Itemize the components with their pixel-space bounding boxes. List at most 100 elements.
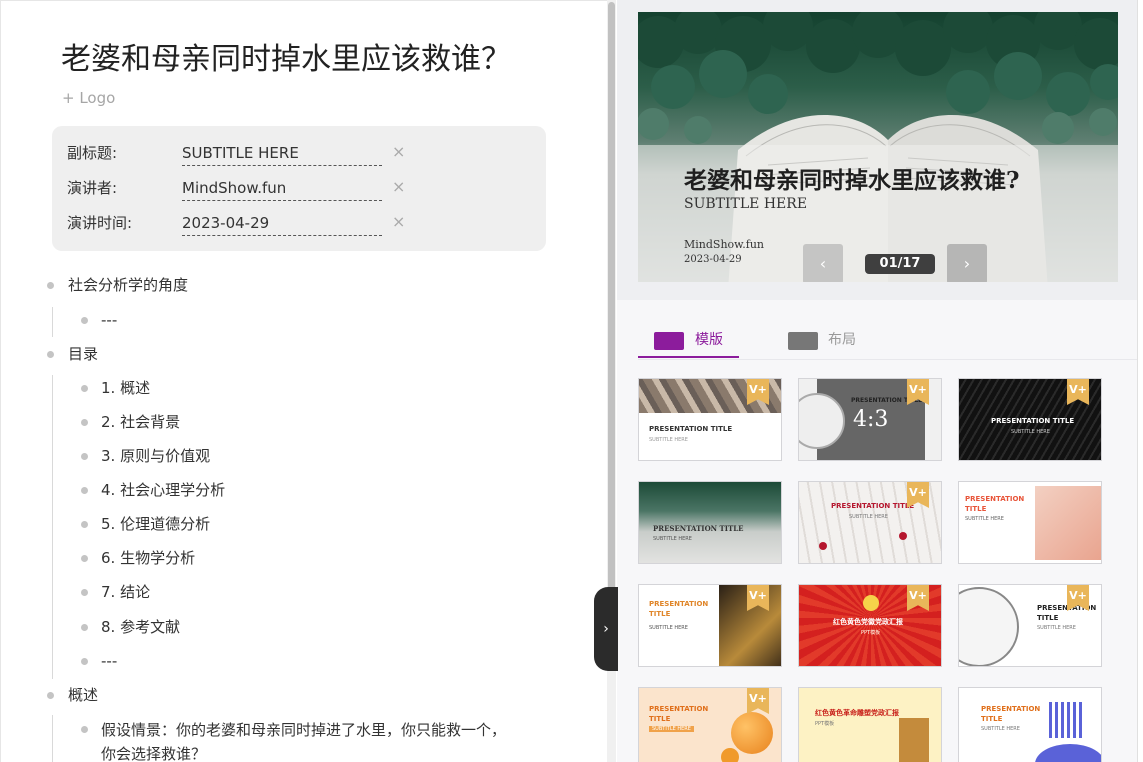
template-subtitle: SUBTITLE HERE	[1037, 625, 1076, 631]
template-card[interactable]: PRESENTATION TITLE SUBTITLE HERE	[638, 481, 782, 564]
decor-ball	[731, 712, 773, 754]
subtitle-label: 副标题:	[67, 144, 118, 162]
tab-template-label: 模版	[695, 332, 723, 348]
outline-item[interactable]: ---	[101, 650, 117, 672]
clear-speaker-icon[interactable]: ×	[392, 177, 405, 197]
template-subtitle: SUBTITLE HERE	[965, 516, 1004, 522]
template-icon	[654, 332, 684, 350]
template-card[interactable]: PRESENTATION TITLE SUBTITLE HERE	[958, 481, 1102, 564]
template-subtitle: SUBTITLE HERE	[649, 726, 694, 732]
template-subtitle: SUBTITLE HERE	[849, 514, 888, 520]
template-card[interactable]: PRESENTATION TITLE SUBTITLE HERE V+	[638, 584, 782, 667]
template-card[interactable]: 红色黄色革命雕塑党政汇报 PPT模板	[798, 687, 942, 762]
outline-item[interactable]: 8. 参考文献	[101, 616, 180, 638]
template-subtitle: PPT模板	[861, 630, 881, 636]
template-title: PRESENTATION TITLE	[649, 705, 709, 723]
layout-icon	[788, 332, 818, 350]
outline-item[interactable]: 4. 社会心理学分析	[101, 479, 225, 501]
outline-item[interactable]: 社会分析学的角度	[68, 274, 188, 296]
template-card[interactable]: PRESENTATION TITLE 4:3 V+	[798, 378, 942, 461]
template-thumb-image	[639, 482, 781, 563]
template-title: 红色黄色党徽党政汇报	[833, 618, 903, 626]
speaker-label: 演讲者:	[67, 179, 118, 197]
panel-tabs: 模版 布局	[638, 322, 1138, 360]
add-logo-link[interactable]: + Logo	[62, 89, 115, 107]
outline-editor: 老婆和母亲同时掉水里应该救谁？ + Logo 副标题: × 演讲者: × 演讲时…	[0, 0, 607, 762]
template-title: PRESENTATION TITLE	[653, 524, 744, 533]
template-title: PRESENTATION TITLE	[649, 600, 709, 618]
decor-ball	[721, 748, 739, 762]
outline-item[interactable]: 目录	[68, 343, 98, 365]
clock-icon	[959, 587, 1019, 666]
sculpture-image	[899, 718, 929, 762]
document-title[interactable]: 老婆和母亲同时掉水里应该救谁？	[61, 41, 519, 79]
outline-item[interactable]: 2. 社会背景	[101, 411, 180, 433]
template-subtitle: SUBTITLE HERE	[649, 625, 688, 631]
outline-item[interactable]: ---	[101, 309, 117, 331]
slide-title: 老婆和母亲同时掉水里应该救谁?	[684, 167, 1020, 194]
page-counter: 01/17	[865, 254, 935, 274]
decor-dot	[899, 532, 907, 540]
outline-item[interactable]: 7. 结论	[101, 581, 150, 603]
template-thumb-image	[1035, 486, 1101, 560]
vip-badge: V+	[747, 688, 769, 714]
bullet-dot	[47, 282, 54, 289]
template-title: PRESENTATION TITLE	[991, 417, 1075, 425]
template-subtitle: SUBTITLE HERE	[649, 437, 688, 443]
preview-panel: 老婆和母亲同时掉水里应该救谁? SUBTITLE HERE MindShow.f…	[617, 0, 1143, 762]
template-title: 红色黄色革命雕塑党政汇报	[815, 709, 899, 717]
clear-date-icon[interactable]: ×	[392, 212, 405, 232]
template-subtitle: SUBTITLE HERE	[653, 536, 692, 542]
previous-slide-button[interactable]: ‹	[803, 244, 843, 282]
template-title: PRESENTATION TITLE	[965, 495, 1025, 513]
scrollbar-thumb[interactable]	[608, 2, 615, 602]
template-card[interactable]: PRESENTATION TITLE SUBTITLE HERE V+	[638, 378, 782, 461]
speaker-row: 演讲者: ×	[52, 175, 546, 201]
subtitle-input[interactable]	[182, 140, 382, 166]
bullet-dot	[81, 658, 88, 665]
collapse-panel-button[interactable]: ›	[594, 587, 618, 671]
date-input[interactable]	[182, 210, 382, 236]
bullet-dot	[81, 385, 88, 392]
tab-layout[interactable]: 布局	[786, 322, 886, 358]
template-card[interactable]: 红色黄色党徽党政汇报 PPT模板 V+	[798, 584, 942, 667]
template-card[interactable]: PRESENTATION TITLE SUBTITLE HERE	[958, 687, 1102, 762]
maze-icon	[1049, 702, 1085, 738]
bullet-dot	[81, 624, 88, 631]
slide-date: 2023-04-29	[684, 254, 742, 265]
template-subtitle: SUBTITLE HERE	[981, 726, 1020, 732]
clear-subtitle-icon[interactable]: ×	[392, 142, 405, 162]
bullet-dot	[81, 555, 88, 562]
bullet-dot	[81, 419, 88, 426]
outline-guide-line	[52, 715, 53, 762]
outline-item[interactable]: 6. 生物学分析	[101, 547, 195, 569]
slide-preview-area: 老婆和母亲同时掉水里应该救谁? SUBTITLE HERE MindShow.f…	[617, 0, 1137, 300]
slide-author: MindShow.fun	[684, 238, 764, 251]
date-label: 演讲时间:	[67, 214, 133, 232]
template-title: PRESENTATION TITLE	[981, 705, 1041, 723]
tab-layout-label: 布局	[828, 332, 856, 348]
template-card[interactable]: PRESENTATION TITLE SUBTITLE HERE V+	[638, 687, 782, 762]
outline-item[interactable]: 概述	[68, 684, 98, 706]
slide-subtitle: SUBTITLE HERE	[684, 196, 808, 212]
bullet-dot	[81, 589, 88, 596]
speaker-input[interactable]	[182, 175, 382, 201]
outline-item[interactable]: 1. 概述	[101, 377, 150, 399]
outline-item[interactable]: 3. 原则与价值观	[101, 445, 210, 467]
bullet-dot	[47, 351, 54, 358]
outline-item[interactable]: 5. 伦理道德分析	[101, 513, 210, 535]
template-card[interactable]: PRESENTATION TITLE SUBTITLE HERE V+	[958, 584, 1102, 667]
bullet-dot	[81, 726, 88, 733]
date-row: 演讲时间: ×	[52, 210, 546, 236]
tab-template[interactable]: 模版	[638, 322, 739, 358]
template-subtitle: PPT模板	[815, 721, 835, 727]
bullet-dot	[47, 692, 54, 699]
outline-item[interactable]: 假设情景：你的老婆和母亲同时掉进了水里，你只能救一个，你会选择救谁？	[101, 718, 511, 762]
slide-preview: 老婆和母亲同时掉水里应该救谁? SUBTITLE HERE MindShow.f…	[638, 12, 1118, 282]
template-title: PRESENTATION TITLE	[649, 425, 733, 433]
next-slide-button[interactable]: ›	[947, 244, 987, 282]
window-edge	[1137, 0, 1143, 762]
template-card[interactable]: PRESENTATION TITLE SUBTITLE HERE V+	[798, 481, 942, 564]
template-card[interactable]: PRESENTATION TITLE SUBTITLE HERE V+	[958, 378, 1102, 461]
template-subtitle: 4:3	[853, 407, 889, 432]
